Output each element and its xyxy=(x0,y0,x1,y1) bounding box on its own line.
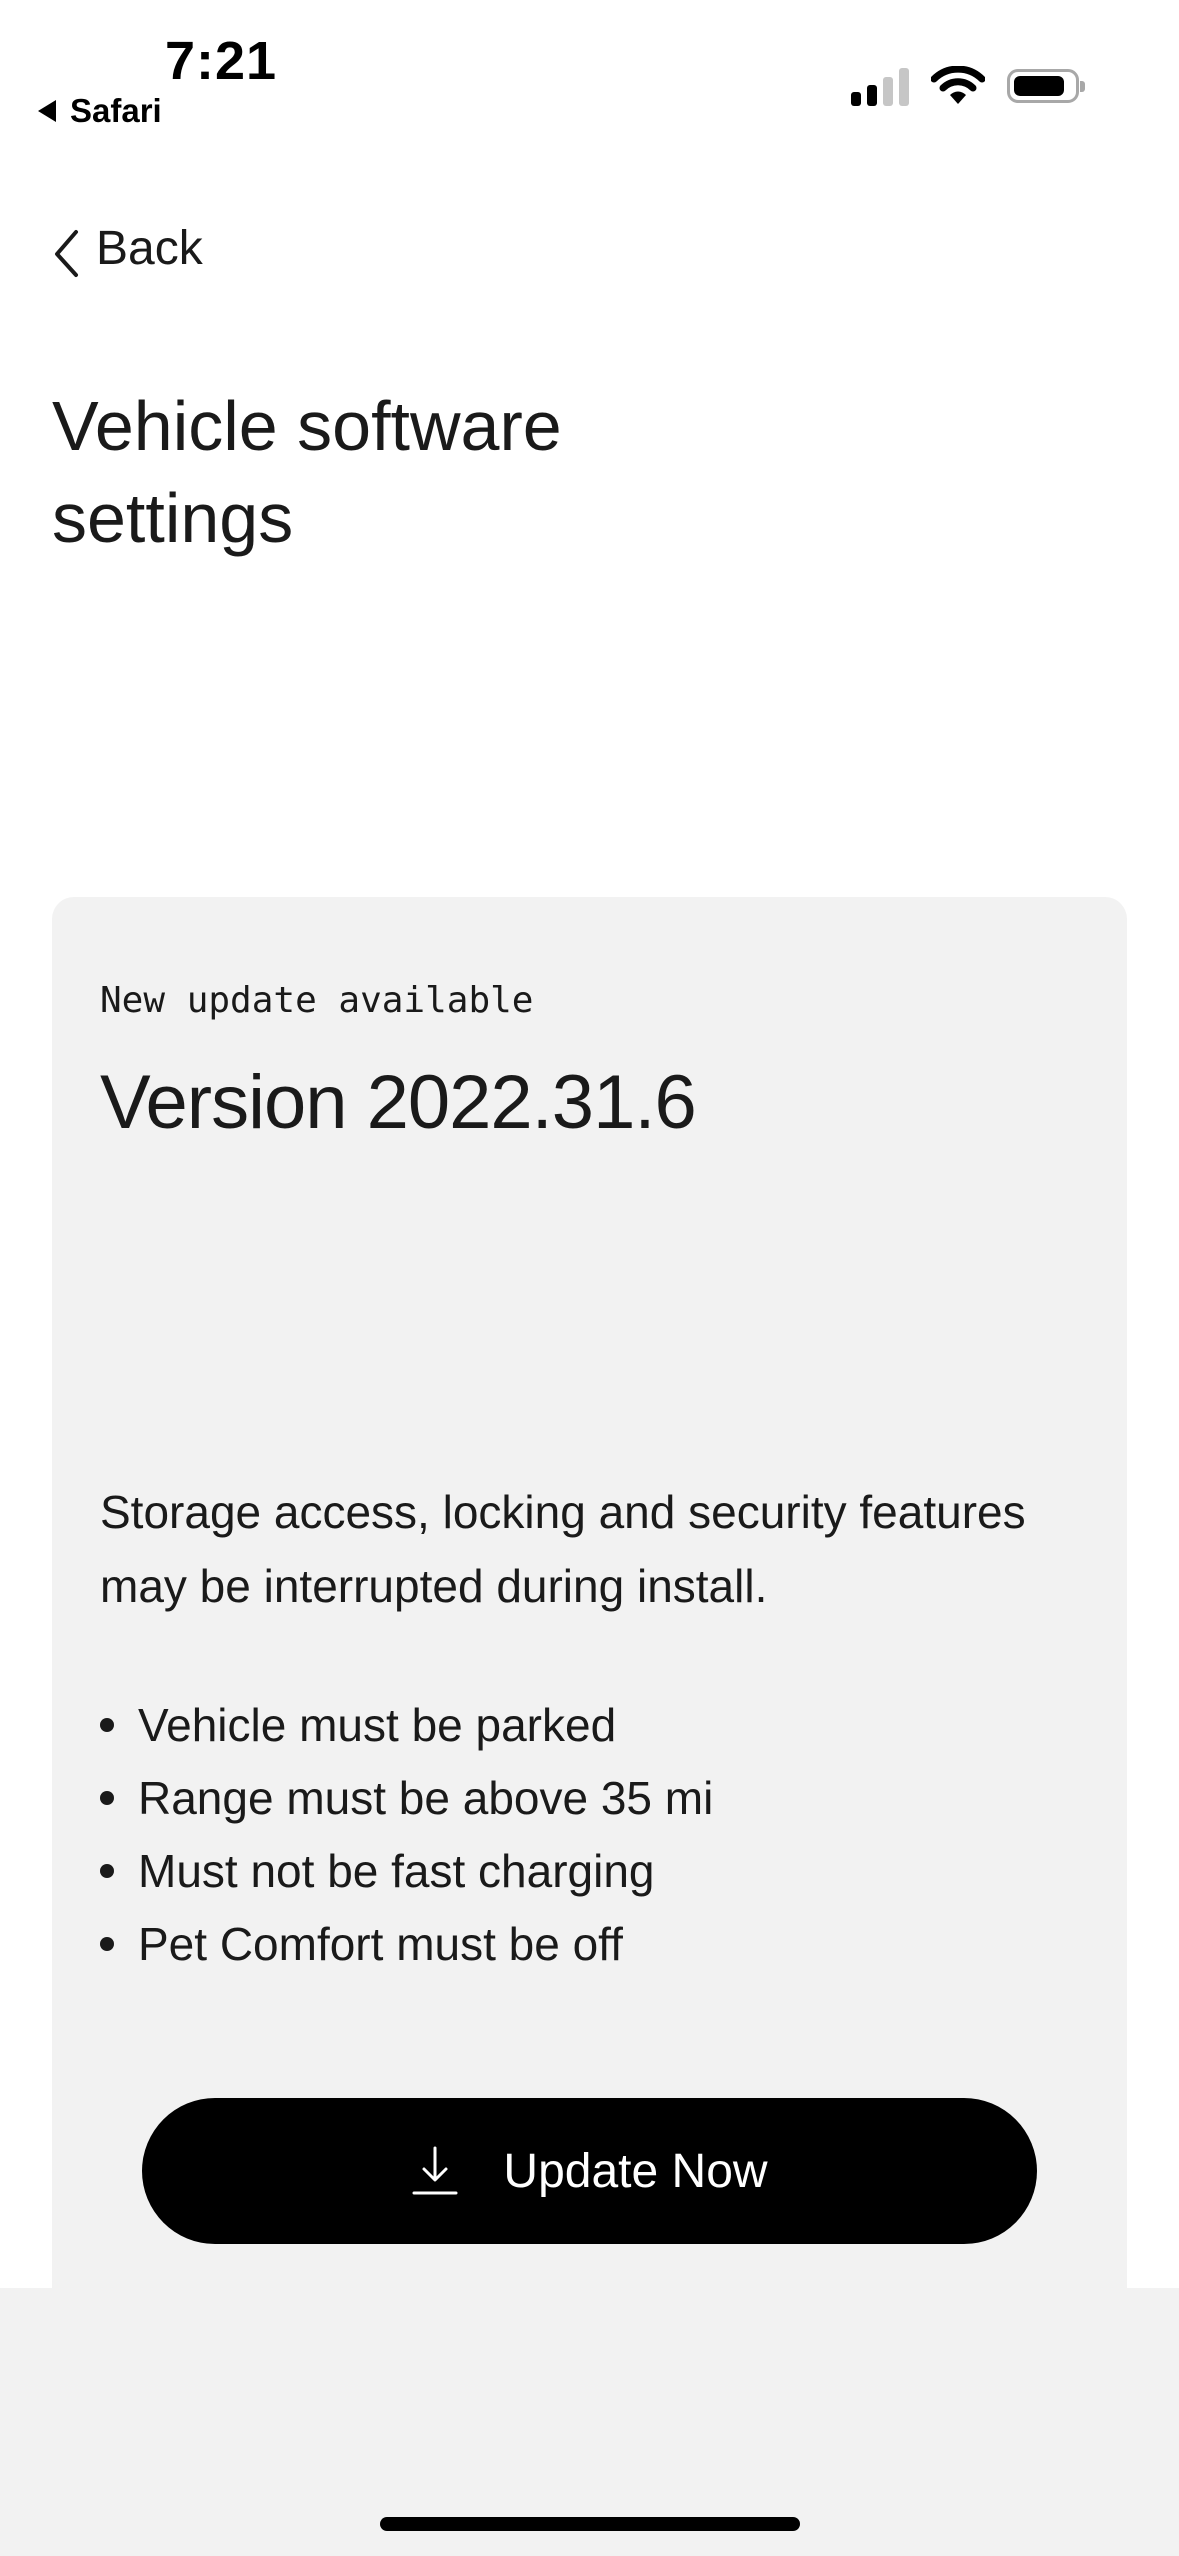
list-item: Must not be fast charging xyxy=(100,1834,713,1907)
bullet-icon xyxy=(100,1936,114,1951)
status-time: 7:21 xyxy=(165,31,278,91)
wifi-icon xyxy=(931,66,985,104)
update-now-label: Update Now xyxy=(503,2144,768,2198)
bullet-icon xyxy=(100,1790,114,1805)
status-icons xyxy=(851,66,1085,106)
home-indicator[interactable] xyxy=(380,2517,800,2531)
cellular-signal-icon xyxy=(851,66,909,106)
chevron-left-icon xyxy=(55,230,78,277)
update-now-button[interactable]: Update Now xyxy=(142,2098,1037,2244)
update-version: Version 2022.31.6 xyxy=(100,1060,697,1145)
list-item: Range must be above 35 mi xyxy=(100,1761,713,1834)
back-button-label: Back xyxy=(96,221,203,275)
install-warning: Storage access, locking and security fea… xyxy=(100,1486,1026,1612)
back-triangle-icon xyxy=(38,100,56,122)
update-available-label: New update available xyxy=(100,980,534,1021)
requirement-text: Must not be fast charging xyxy=(138,1844,655,1897)
list-item: Vehicle must be parked xyxy=(100,1688,713,1761)
list-item: Pet Comfort must be off xyxy=(100,1907,713,1980)
back-button[interactable]: Back xyxy=(52,218,203,278)
download-icon xyxy=(411,2145,459,2197)
requirement-text: Range must be above 35 mi xyxy=(138,1771,714,1824)
battery-icon xyxy=(1007,69,1085,103)
update-card: New update available Version 2022.31.6 S… xyxy=(52,897,1127,2397)
requirement-text: Pet Comfort must be off xyxy=(138,1917,623,1970)
back-to-app-link[interactable]: Safari xyxy=(38,92,162,130)
back-to-app-label: Safari xyxy=(70,92,162,129)
requirement-text: Vehicle must be parked xyxy=(138,1698,617,1751)
bullet-icon xyxy=(100,1717,114,1732)
bullet-icon xyxy=(100,1863,114,1878)
page-title: Vehicle software settings xyxy=(52,387,562,557)
requirements-list: Vehicle must be parked Range must be abo… xyxy=(100,1688,713,1980)
